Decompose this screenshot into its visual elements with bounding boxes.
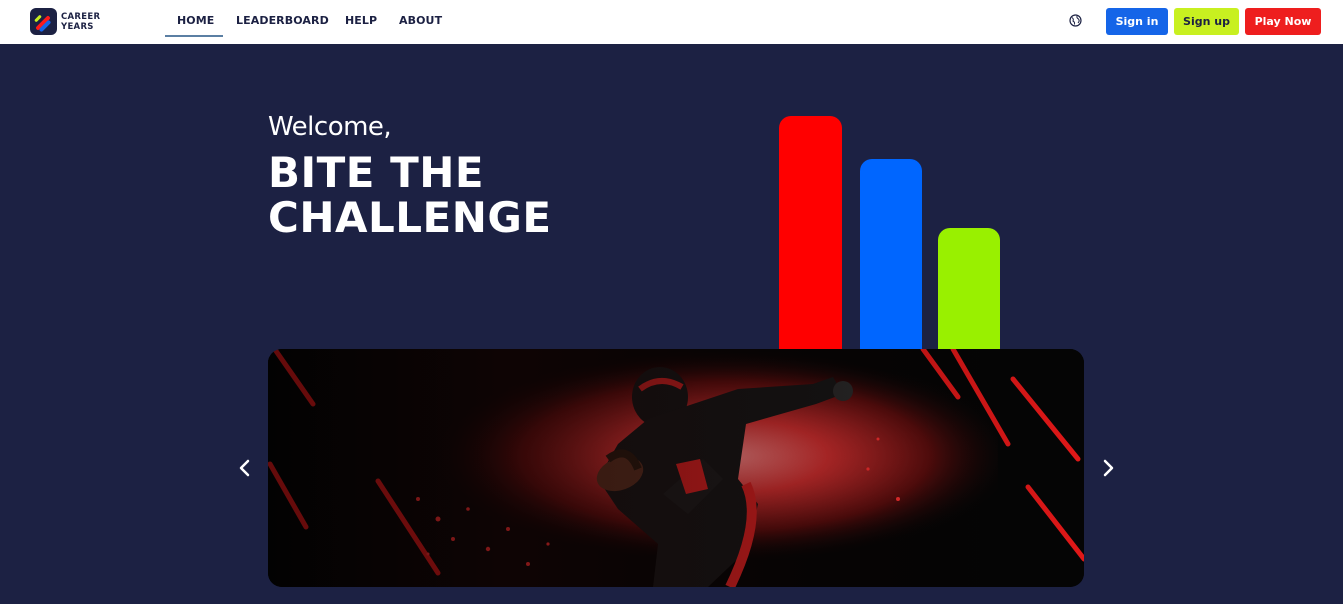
- logo-mark-icon: [30, 8, 57, 35]
- sign-in-button[interactable]: Sign in: [1106, 8, 1168, 35]
- logo-line2: YEARS: [61, 22, 94, 32]
- globe-icon[interactable]: [1069, 14, 1082, 27]
- decorative-blue-bar: [860, 159, 922, 350]
- nav-help[interactable]: HELP: [345, 14, 377, 27]
- nav-about[interactable]: ABOUT: [399, 14, 442, 27]
- nav-leaderboard[interactable]: LEADERBOARD: [236, 14, 329, 27]
- top-navbar: CAREER YEARS HOME LEADERBOARD HELP ABOUT…: [0, 0, 1343, 44]
- logo-line1: CAREER: [61, 12, 101, 22]
- decorative-red-bar: [779, 116, 842, 350]
- logo-wordmark: CAREER YEARS: [61, 12, 100, 32]
- nav-home[interactable]: HOME: [177, 14, 214, 27]
- chevron-left-icon[interactable]: [237, 459, 253, 477]
- play-now-button[interactable]: Play Now: [1245, 8, 1321, 35]
- carousel-slide-football-player[interactable]: [268, 349, 1084, 587]
- headline-line1: BITE THE: [268, 148, 485, 197]
- headline-line2: CHALLENGE: [268, 193, 552, 242]
- football-player-image: [268, 349, 1084, 587]
- career-years-logo[interactable]: CAREER YEARS: [30, 7, 120, 37]
- chevron-right-icon[interactable]: [1100, 459, 1116, 477]
- nav-active-underline: [165, 35, 223, 37]
- sign-up-button[interactable]: Sign up: [1174, 8, 1239, 35]
- welcome-text: Welcome,: [268, 112, 392, 142]
- decorative-green-bar: [938, 228, 1000, 350]
- hero-headline: BITE THE CHALLENGE: [268, 150, 552, 240]
